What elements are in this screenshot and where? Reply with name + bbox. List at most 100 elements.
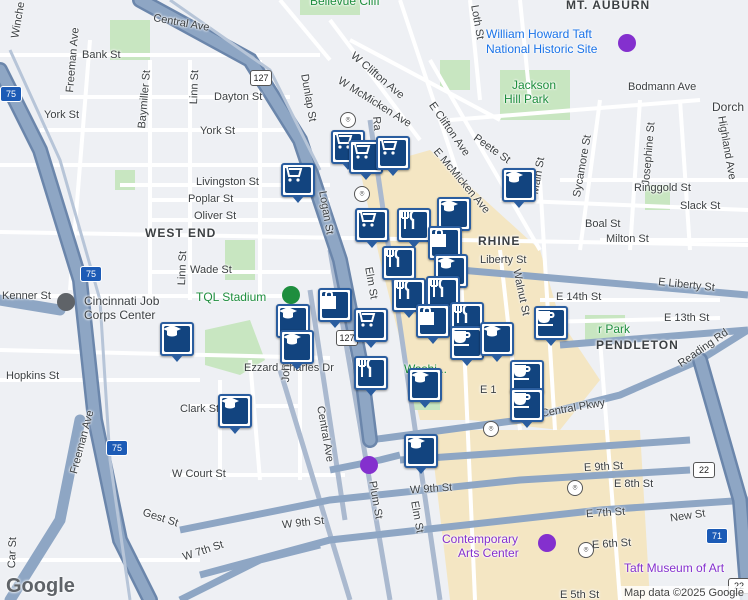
museum-icon[interactable] [360,456,378,474]
map-marker[interactable] [534,306,568,346]
transit-icon: ⌾ [567,480,583,496]
neighborhood-label: PENDLETON [596,338,679,352]
grocery-cart-icon [379,139,406,166]
street-label: W Court St [172,468,226,480]
coffee-cup-icon [513,392,540,418]
stadium-icon[interactable] [282,286,300,304]
map-marker[interactable] [502,168,536,208]
map-marker[interactable] [404,434,438,474]
place-label[interactable]: Taft Museum of Art [624,561,724,575]
place-label[interactable]: TQL Stadium [196,290,266,304]
map-marker[interactable] [397,208,431,248]
transit-icon: ⌾ [483,421,499,437]
street-label: York St [200,125,236,137]
grocery-cart-icon [284,166,311,193]
place-label[interactable]: Corps Center [84,308,155,322]
street-label: Car St [6,536,20,569]
google-logo: Google [6,575,75,597]
map-marker[interactable] [355,208,389,248]
map-canvas[interactable]: MT. AUBURN WEST END RHINE PENDLETON Bell… [0,0,748,600]
graduation-cap-icon [483,325,510,352]
museum-icon[interactable] [618,34,636,52]
place-label[interactable]: William Howard Taft [486,27,592,41]
museum-icon[interactable] [538,534,556,552]
coffee-cup-icon [453,330,480,356]
street-label: Hopkins St [6,370,60,382]
map-marker[interactable] [354,308,388,348]
restaurant-icon [386,248,412,276]
street-label: Ringgold St [634,182,691,194]
street-label: Poplar St [188,193,234,205]
shopping-bag-icon [432,228,458,256]
us-route-shield-icon: 22 [693,462,715,478]
transit-icon: ⌾ [578,542,594,558]
street-label: E 14th St [556,291,602,303]
transit-icon: ⌾ [340,112,356,128]
street-label: Slack St [680,200,721,212]
transit-icon: ⌾ [354,186,370,202]
place-label[interactable]: Arts Center [458,546,519,560]
grocery-cart-icon [357,311,384,338]
interstate-shield-icon: 75 [106,440,128,456]
street-label: E 5th St [560,589,600,600]
street-label: E 8th St [614,478,654,490]
street-label: Clark St [180,403,220,415]
map-marker[interactable] [510,388,544,428]
street-label: Wade St [190,264,232,276]
map-marker[interactable] [281,163,315,203]
coffee-cup-icon [513,364,540,390]
street-label: Bodmann Ave [628,81,697,93]
map-marker[interactable] [480,322,514,362]
interstate-shield-icon: 75 [80,266,102,282]
restaurant-icon [401,210,427,238]
graduation-cap-icon [163,325,190,352]
coffee-cup-icon [537,310,564,336]
map-attribution[interactable]: Map data ©2025 Google [619,586,748,600]
street-label: Linn St [176,250,190,286]
graduation-cap-icon [283,333,310,360]
place-label[interactable]: Jackson [512,78,556,92]
map-marker[interactable] [160,322,194,362]
map-marker[interactable] [408,368,442,408]
place-label[interactable]: Cincinnati Job [84,294,159,308]
map-marker[interactable] [280,330,314,370]
neighborhood-label: WEST END [145,226,217,240]
map-marker[interactable] [318,288,352,328]
place-label[interactable]: Contemporary [442,532,518,546]
place-label[interactable]: National Historic Site [486,42,597,56]
neighborhood-label: RHINE [478,234,521,248]
street-label: E 9th St [583,459,624,475]
street-label: Boal St [585,218,621,230]
shopping-bag-icon [420,306,446,334]
neighborhood-label: MT. AUBURN [566,0,651,12]
street-label: E 13th St [664,312,710,324]
map-marker[interactable] [218,394,252,434]
graduation-cap-icon [411,371,438,398]
map-marker[interactable] [450,326,484,366]
street-label: Bank St [82,49,121,61]
map-marker[interactable] [382,246,416,286]
place-label: Dorch [712,100,745,114]
grocery-cart-icon [358,211,385,238]
interstate-shield-icon: 71 [706,528,728,544]
graduation-cap-icon [440,200,467,227]
place-label[interactable]: Hill Park [504,92,549,106]
map-marker[interactable] [416,304,450,344]
school-poi-icon[interactable] [57,293,75,311]
graduation-cap-icon [505,171,532,198]
street-label: Kenner St [2,290,51,302]
street-label: Liberty St [480,254,527,266]
graduation-cap-icon [407,437,434,464]
interstate-shield-icon: 75 [0,86,22,102]
street-label: Milton St [606,233,649,245]
street-label: E 1 [480,384,497,396]
shopping-bag-icon [322,290,348,318]
street-label: York St [44,109,80,121]
street-label: Oliver St [194,210,237,222]
map-marker[interactable] [354,356,388,396]
place-label[interactable]: r Park [598,322,630,336]
graduation-cap-icon [221,397,248,424]
street-label: Linn St [188,69,202,105]
place-label[interactable]: Bellevue Cliff [310,0,380,8]
map-marker[interactable] [376,136,410,176]
